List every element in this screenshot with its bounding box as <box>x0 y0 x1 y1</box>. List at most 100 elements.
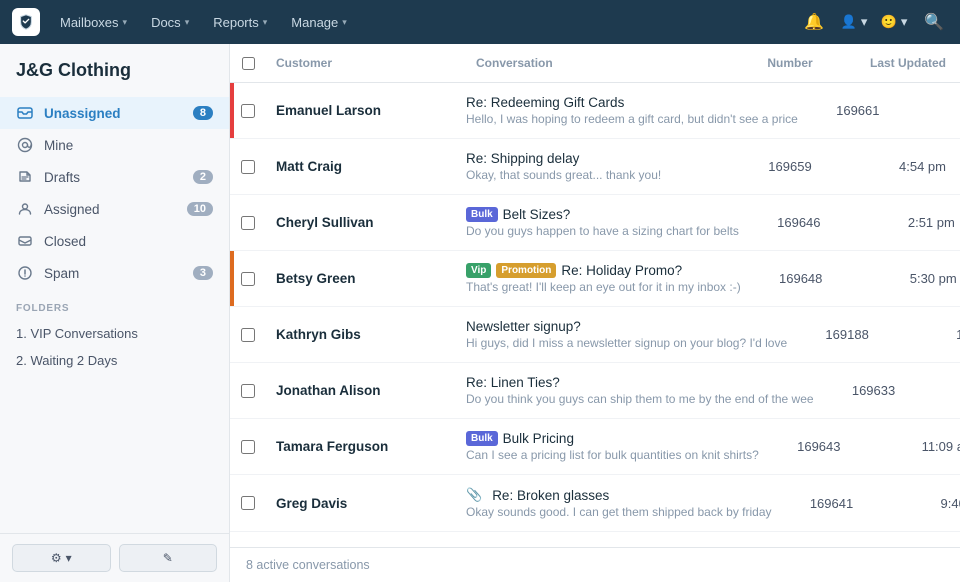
row-checkbox-cell <box>230 92 266 130</box>
row-conversation: Re: Shipping delay Okay, that sounds gre… <box>466 139 740 194</box>
row-checkbox-cell <box>230 428 266 466</box>
sidebar-item-assigned[interactable]: Assigned 10 <box>0 193 229 225</box>
row-conv-title: BulkBelt Sizes? <box>466 207 739 222</box>
row-number: 169659 <box>740 147 840 186</box>
row-conv-preview: Do you guys happen to have a sizing char… <box>466 224 739 238</box>
at-icon <box>16 136 34 154</box>
row-checkbox[interactable] <box>241 160 255 174</box>
chevron-down-icon: ▾ <box>185 17 190 28</box>
row-number: 169646 <box>749 203 849 242</box>
chevron-down-icon: ▾ <box>123 17 128 28</box>
gear-icon: ⚙ <box>51 551 62 565</box>
table-row[interactable]: Emanuel Larson Re: Redeeming Gift Cards … <box>230 83 960 139</box>
app-logo[interactable] <box>12 8 40 36</box>
row-conv-title: 📎Re: Broken glasses <box>466 487 772 503</box>
bell-icon[interactable]: 🔔 <box>800 8 828 36</box>
col-number: Number <box>740 52 840 74</box>
sidebar-item-spam[interactable]: Spam 3 <box>0 257 229 289</box>
row-flag <box>230 251 234 306</box>
row-conv-title: Newsletter signup? <box>466 319 787 334</box>
nav-reports[interactable]: Reports ▾ <box>203 9 277 36</box>
row-conversation: Re: Redeeming Gift Cards Hello, I was ho… <box>466 83 808 138</box>
row-customer: Greg Davis <box>266 484 466 523</box>
agent-profile-button[interactable]: 🙂 ▾ <box>880 8 908 36</box>
row-number: 169661 <box>808 91 908 130</box>
compose-icon: ✎ <box>163 551 173 565</box>
row-number: 169643 <box>769 427 869 466</box>
row-flag <box>230 83 234 138</box>
chevron-down-icon: ▾ <box>263 17 268 28</box>
table-row[interactable]: Greg Davis 📎Re: Broken glasses Okay soun… <box>230 475 960 532</box>
table-row[interactable]: Cheryl Sullivan BulkBelt Sizes? Do you g… <box>230 195 960 251</box>
company-name: J&G Clothing <box>0 60 229 97</box>
row-conversation: BulkBelt Sizes? Do you guys happen to ha… <box>466 195 749 250</box>
sidebar: J&G Clothing Unassigned 8 <box>0 44 230 582</box>
table-row[interactable]: Matt Craig Re: Shipping delay Okay, that… <box>230 139 960 195</box>
row-checkbox[interactable] <box>241 328 255 342</box>
table-row[interactable]: Tamara Ferguson BulkBulk Pricing Can I s… <box>230 419 960 475</box>
row-checkbox-cell <box>230 484 266 522</box>
col-customer: Customer <box>266 52 466 74</box>
agent-icon: 🙂 <box>881 14 897 30</box>
closed-icon <box>16 232 34 250</box>
row-conversation: Re: Linen Ties? Do you think you guys ca… <box>466 363 824 418</box>
sidebar-folder-vip[interactable]: 1. VIP Conversations <box>0 320 229 347</box>
compose-button[interactable]: ✎ <box>119 544 218 572</box>
nav-manage[interactable]: Manage ▾ <box>281 9 357 36</box>
table-row[interactable]: Jonathan Alison Re: Linen Ties? Do you t… <box>230 363 960 419</box>
search-icon[interactable]: 🔍 <box>920 8 948 36</box>
person-icon <box>16 200 34 218</box>
row-checkbox[interactable] <box>241 384 255 398</box>
sidebar-item-drafts[interactable]: Drafts 2 <box>0 161 229 193</box>
col-updated: Last Updated <box>840 52 960 74</box>
sidebar-item-mine[interactable]: Mine <box>0 129 229 161</box>
row-conversation: 📎Re: Broken glasses Okay sounds good. I … <box>466 475 782 531</box>
chevron-down-icon: ▾ <box>342 17 347 28</box>
row-checkbox[interactable] <box>241 216 255 230</box>
sidebar-item-label: Assigned <box>44 202 187 217</box>
nav-mailboxes[interactable]: Mailboxes ▾ <box>50 9 137 36</box>
row-customer: Emanuel Larson <box>266 91 466 130</box>
row-updated: 2:51 pm <box>849 203 960 242</box>
row-customer: Jonathan Alison <box>266 371 466 410</box>
row-checkbox-cell <box>230 372 266 410</box>
nav-docs[interactable]: Docs ▾ <box>141 9 199 36</box>
row-number: 169641 <box>782 484 882 523</box>
row-checkbox[interactable] <box>241 104 255 118</box>
table-row[interactable]: Betsy Green VipPromotionRe: Holiday Prom… <box>230 251 960 307</box>
user-settings-button[interactable]: 👤 ▾ <box>840 8 868 36</box>
attachment-icon: 📎 <box>466 487 482 503</box>
conv-tag-promo: Promotion <box>496 263 556 278</box>
table-row[interactable]: Kathryn Gibs Newsletter signup? Hi guys,… <box>230 307 960 363</box>
sidebar-footer: ⚙ ▾ ✎ <box>0 533 229 582</box>
conv-tag-bulk: Bulk <box>466 431 498 446</box>
select-all-cell <box>230 52 266 74</box>
row-checkbox[interactable] <box>241 272 255 286</box>
topnav-right: 🔔 👤 ▾ 🙂 ▾ 🔍 <box>800 8 948 36</box>
spam-badge: 3 <box>193 266 213 280</box>
sidebar-item-label: Unassigned <box>44 106 193 121</box>
row-updated: 4:54 pm <box>840 147 960 186</box>
row-updated: 12:10 pm <box>924 371 960 410</box>
row-checkbox-cell <box>230 316 266 354</box>
settings-button[interactable]: ⚙ ▾ <box>12 544 111 572</box>
row-checkbox[interactable] <box>241 496 255 510</box>
row-customer: Kathryn Gibs <box>266 315 466 354</box>
sidebar-item-label: Closed <box>44 234 213 249</box>
sidebar-item-unassigned[interactable]: Unassigned 8 <box>0 97 229 129</box>
row-conv-preview: Can I see a pricing list for bulk quanti… <box>466 448 759 462</box>
row-conv-preview: Okay, that sounds great... thank you! <box>466 168 730 182</box>
row-checkbox[interactable] <box>241 440 255 454</box>
sidebar-folder-waiting[interactable]: 2. Waiting 2 Days <box>0 347 229 374</box>
table-body: Emanuel Larson Re: Redeeming Gift Cards … <box>230 83 960 547</box>
sidebar-item-closed[interactable]: Closed <box>0 225 229 257</box>
row-checkbox-cell <box>230 260 266 298</box>
col-conversation: Conversation <box>466 52 740 74</box>
main-layout: J&G Clothing Unassigned 8 <box>0 44 960 582</box>
row-conv-title: Re: Shipping delay <box>466 151 730 166</box>
chevron-down-icon: ▾ <box>861 14 868 30</box>
row-updated: 9:40 am <box>882 484 960 523</box>
inbox-icon <box>16 104 34 122</box>
select-all-checkbox[interactable] <box>242 57 255 70</box>
row-conv-title: VipPromotionRe: Holiday Promo? <box>466 263 741 278</box>
